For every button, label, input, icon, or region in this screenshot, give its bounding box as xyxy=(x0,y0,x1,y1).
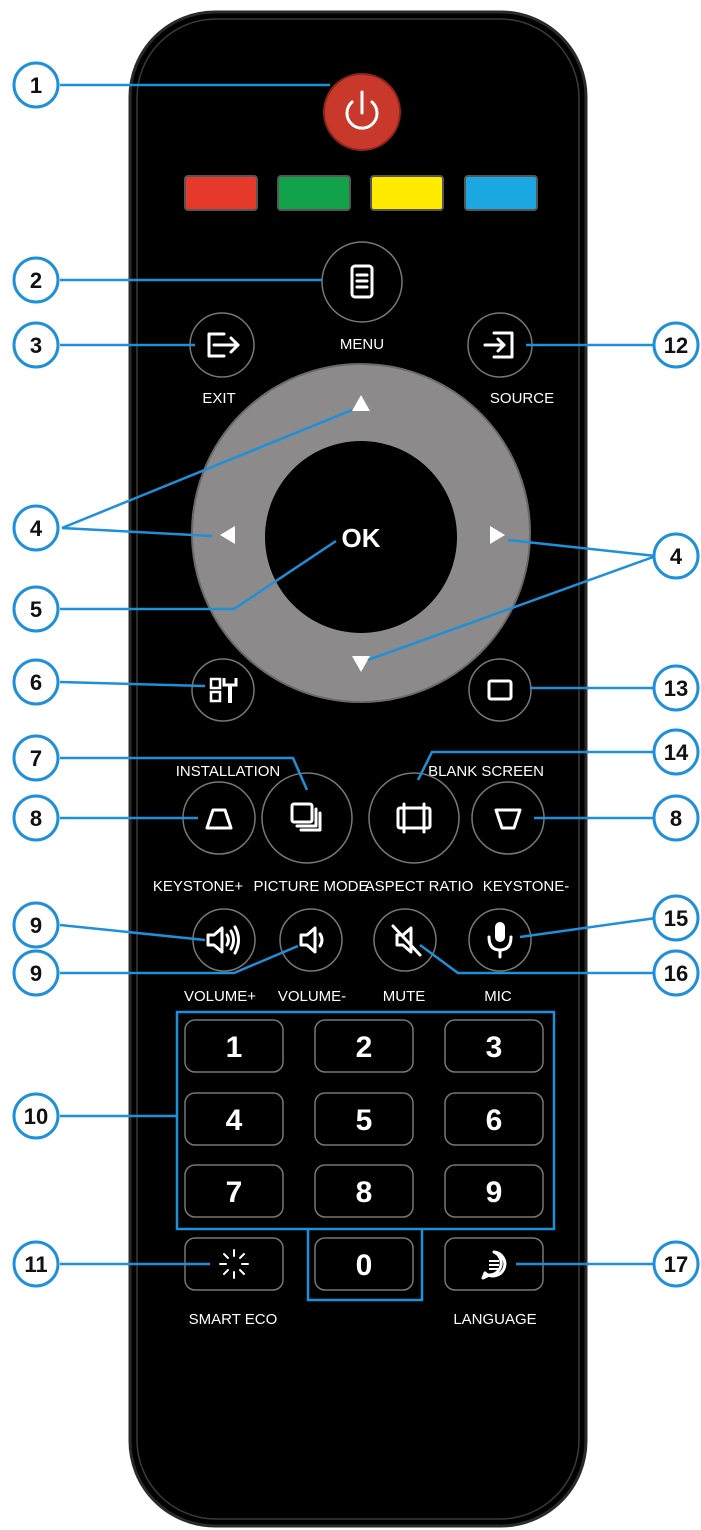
svg-text:2: 2 xyxy=(30,268,42,293)
red-button[interactable] xyxy=(184,175,258,211)
mute-label: MUTE xyxy=(383,988,426,1005)
key-2[interactable]: 2 xyxy=(314,1019,414,1073)
key-9[interactable]: 9 xyxy=(444,1164,544,1218)
callout-7: 7 xyxy=(12,734,60,782)
svg-text:11: 11 xyxy=(24,1252,47,1277)
volume-minus-label: VOLUME- xyxy=(278,988,346,1005)
aspect-ratio-label: ASPECT RATIO xyxy=(365,878,474,895)
menu-button[interactable] xyxy=(321,241,403,323)
svg-text:5: 5 xyxy=(30,597,42,622)
svg-text:6: 6 xyxy=(486,1104,503,1137)
svg-text:17: 17 xyxy=(664,1252,688,1277)
source-button[interactable] xyxy=(467,312,533,378)
callout-10: 10 xyxy=(12,1092,60,1140)
callout-9-top: 9 xyxy=(12,901,60,949)
svg-text:10: 10 xyxy=(24,1104,48,1129)
key-5[interactable]: 5 xyxy=(314,1092,414,1146)
language-label: LANGUAGE xyxy=(453,1311,536,1328)
svg-text:12: 12 xyxy=(664,333,688,358)
svg-text:6: 6 xyxy=(30,670,42,695)
svg-text:5: 5 xyxy=(356,1104,373,1137)
callout-6: 6 xyxy=(12,658,60,706)
green-button[interactable] xyxy=(277,175,351,211)
callout-3: 3 xyxy=(12,321,60,369)
volume-minus-button[interactable] xyxy=(279,908,343,972)
svg-text:4: 4 xyxy=(226,1104,243,1137)
svg-text:1: 1 xyxy=(30,73,42,98)
callout-11: 11 xyxy=(12,1240,60,1288)
svg-text:9: 9 xyxy=(30,961,42,986)
keystone-minus-label: KEYSTONE- xyxy=(483,878,569,895)
key-3[interactable]: 3 xyxy=(444,1019,544,1073)
key-8[interactable]: 8 xyxy=(314,1164,414,1218)
exit-label: EXIT xyxy=(202,390,235,407)
svg-text:16: 16 xyxy=(664,961,688,986)
svg-text:3: 3 xyxy=(486,1031,503,1064)
mute-button[interactable] xyxy=(373,908,437,972)
svg-text:8: 8 xyxy=(30,806,42,831)
key-0[interactable]: 0 xyxy=(314,1237,414,1291)
callout-17: 17 xyxy=(652,1240,700,1288)
blank-screen-button[interactable] xyxy=(468,658,532,722)
svg-text:3: 3 xyxy=(30,333,42,358)
callout-15: 15 xyxy=(652,894,700,942)
callout-14: 14 xyxy=(652,728,700,776)
yellow-button[interactable] xyxy=(370,175,444,211)
svg-text:0: 0 xyxy=(356,1249,373,1282)
svg-text:13: 13 xyxy=(664,676,688,701)
svg-text:2: 2 xyxy=(356,1031,373,1064)
svg-text:4: 4 xyxy=(670,544,683,569)
keystone-plus-label: KEYSTONE+ xyxy=(153,878,243,895)
callout-1: 1 xyxy=(12,61,60,109)
remote-control-diagram: MENU EXIT SOURCE OK INSTALLATION BLANK S… xyxy=(12,10,700,1528)
svg-text:7: 7 xyxy=(226,1176,243,1209)
exit-button[interactable] xyxy=(189,312,255,378)
svg-text:7: 7 xyxy=(30,746,42,771)
ok-label: OK xyxy=(342,523,381,553)
source-label: SOURCE xyxy=(490,390,554,407)
picture-mode-button[interactable] xyxy=(261,772,353,864)
installation-label: INSTALLATION xyxy=(176,763,280,780)
power-button[interactable] xyxy=(323,73,401,151)
svg-text:8: 8 xyxy=(670,806,682,831)
key-4[interactable]: 4 xyxy=(184,1092,284,1146)
menu-label: MENU xyxy=(340,336,384,353)
svg-text:14: 14 xyxy=(664,740,689,765)
aspect-ratio-button[interactable] xyxy=(368,772,460,864)
callout-16: 16 xyxy=(652,949,700,997)
callout-5: 5 xyxy=(12,585,60,633)
callout-9-bottom: 9 xyxy=(12,949,60,997)
key-1[interactable]: 1 xyxy=(184,1019,284,1073)
blue-button[interactable] xyxy=(464,175,538,211)
key-6[interactable]: 6 xyxy=(444,1092,544,1146)
svg-text:9: 9 xyxy=(486,1176,503,1209)
svg-text:1: 1 xyxy=(226,1031,243,1064)
installation-button[interactable] xyxy=(191,658,255,722)
callout-4-left: 4 xyxy=(12,504,60,552)
mic-label: MIC xyxy=(484,988,512,1005)
svg-text:4: 4 xyxy=(30,516,43,541)
picture-mode-label: PICTURE MODE xyxy=(253,878,368,895)
svg-text:15: 15 xyxy=(664,906,688,931)
svg-text:8: 8 xyxy=(356,1176,373,1209)
callout-4-right: 4 xyxy=(652,532,700,580)
keystone-minus-button[interactable] xyxy=(471,781,545,855)
callout-8-left: 8 xyxy=(12,794,60,842)
blank-screen-label: BLANK SCREEN xyxy=(428,763,544,780)
svg-text:9: 9 xyxy=(30,913,42,938)
callout-12: 12 xyxy=(652,321,700,369)
key-7[interactable]: 7 xyxy=(184,1164,284,1218)
mic-button[interactable] xyxy=(468,908,532,972)
callout-13: 13 xyxy=(652,664,700,712)
callout-2: 2 xyxy=(12,256,60,304)
callout-8-right: 8 xyxy=(652,794,700,842)
volume-plus-label: VOLUME+ xyxy=(184,988,256,1005)
smart-eco-label: SMART ECO xyxy=(189,1311,278,1328)
